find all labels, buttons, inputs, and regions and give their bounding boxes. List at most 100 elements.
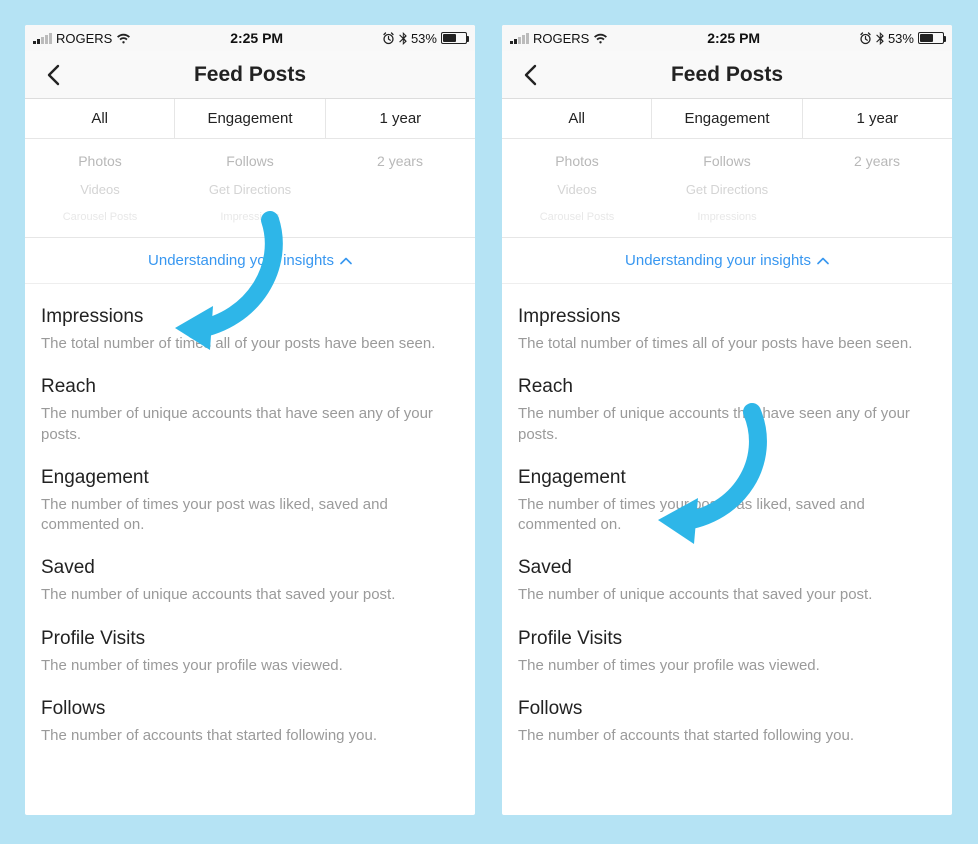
wifi-icon [116,33,131,44]
picker-option[interactable]: Carousel Posts [25,203,175,231]
definition-desc: The number of times your profile was vie… [518,656,936,676]
picker-option[interactable]: 2 years [802,147,952,175]
filter-type[interactable]: All [502,99,651,138]
definition-title: Saved [41,557,459,579]
picker-option[interactable] [802,175,952,203]
picker-option[interactable]: Videos [25,175,175,203]
picker-option[interactable] [325,175,475,203]
filter-period[interactable]: 1 year [325,99,475,138]
picker-option[interactable] [802,203,952,231]
filter-row: All Engagement 1 year [25,99,475,139]
filter-picker[interactable]: Photos Follows 2 years Videos Get Direct… [502,139,952,238]
back-button[interactable] [510,51,550,98]
nav-header: Feed Posts [502,51,952,99]
picker-option[interactable]: Impressions [652,203,802,231]
insights-toggle[interactable]: Understanding your insights [25,238,475,284]
definition-reach: Reach The number of unique accounts that… [518,376,936,445]
signal-icon [510,33,529,44]
signal-icon [33,33,52,44]
definition-saved: Saved The number of unique accounts that… [41,557,459,605]
definition-desc: The number of unique accounts that have … [41,404,459,445]
definition-title: Engagement [41,467,459,489]
definition-desc: The number of times your post was liked,… [41,495,459,536]
status-right: 53% [382,31,467,46]
definition-saved: Saved The number of unique accounts that… [518,557,936,605]
status-right: 53% [859,31,944,46]
definition-title: Profile Visits [41,628,459,650]
picker-option[interactable]: Follows [175,147,325,175]
picker-option[interactable] [325,203,475,231]
definition-profile-visits: Profile Visits The number of times your … [518,628,936,676]
picker-option[interactable]: Photos [502,147,652,175]
back-button[interactable] [33,51,73,98]
definition-profile-visits: Profile Visits The number of times your … [41,628,459,676]
picker-option[interactable]: Photos [25,147,175,175]
definition-impressions: Impressions The total number of times al… [518,306,936,354]
definition-desc: The number of times your profile was vie… [41,656,459,676]
canvas: ROGERS 2:25 PM 53% Feed Posts [0,0,978,844]
bluetooth-icon [399,32,407,45]
definition-engagement: Engagement The number of times your post… [518,467,936,536]
picker-option[interactable]: Get Directions [175,175,325,203]
wifi-icon [593,33,608,44]
picker-option[interactable]: Impressions [175,203,325,231]
status-left: ROGERS [510,31,608,46]
battery-pct: 53% [888,31,914,46]
filter-period[interactable]: 1 year [802,99,952,138]
definition-desc: The number of accounts that started foll… [41,726,459,746]
status-time: 2:25 PM [707,30,760,46]
filter-picker[interactable]: Photos Follows 2 years Videos Get Direct… [25,139,475,238]
filter-row: All Engagement 1 year [502,99,952,139]
picker-option[interactable]: Carousel Posts [502,203,652,231]
definition-desc: The total number of times all of your po… [518,334,936,354]
definition-title: Reach [41,376,459,398]
battery-pct: 53% [411,31,437,46]
definition-desc: The total number of times all of your po… [41,334,459,354]
definition-desc: The number of unique accounts that have … [518,404,936,445]
alarm-icon [859,32,872,45]
filter-metric[interactable]: Engagement [174,99,324,138]
definition-desc: The number of unique accounts that saved… [518,585,936,605]
battery-icon [918,32,944,44]
definition-impressions: Impressions The total number of times al… [41,306,459,354]
definition-title: Follows [41,698,459,720]
definition-follows: Follows The number of accounts that star… [41,698,459,746]
definition-desc: The number of times your post was liked,… [518,495,936,536]
definition-title: Profile Visits [518,628,936,650]
definition-title: Follows [518,698,936,720]
status-time: 2:25 PM [230,30,283,46]
carrier-label: ROGERS [56,31,112,46]
chevron-up-icon [340,257,352,265]
picker-option[interactable]: Videos [502,175,652,203]
picker-option[interactable]: Get Directions [652,175,802,203]
definition-desc: The number of unique accounts that saved… [41,585,459,605]
definition-desc: The number of accounts that started foll… [518,726,936,746]
filter-type[interactable]: All [25,99,174,138]
phone-screenshot-right: ROGERS 2:25 PM 53% Feed Posts [502,25,952,815]
phone-screenshot-left: ROGERS 2:25 PM 53% Feed Posts [25,25,475,815]
definitions-list: Impressions The total number of times al… [25,284,475,746]
status-bar: ROGERS 2:25 PM 53% [502,25,952,51]
definition-title: Saved [518,557,936,579]
definition-reach: Reach The number of unique accounts that… [41,376,459,445]
definition-title: Engagement [518,467,936,489]
insights-toggle[interactable]: Understanding your insights [502,238,952,284]
bluetooth-icon [876,32,884,45]
chevron-left-icon [46,64,61,86]
alarm-icon [382,32,395,45]
definition-engagement: Engagement The number of times your post… [41,467,459,536]
picker-option[interactable]: Follows [652,147,802,175]
definition-title: Impressions [41,306,459,328]
picker-option[interactable]: 2 years [325,147,475,175]
nav-header: Feed Posts [25,51,475,99]
definitions-list: Impressions The total number of times al… [502,284,952,746]
chevron-left-icon [523,64,538,86]
definition-follows: Follows The number of accounts that star… [518,698,936,746]
status-left: ROGERS [33,31,131,46]
insights-toggle-label: Understanding your insights [148,252,334,269]
filter-metric[interactable]: Engagement [651,99,801,138]
chevron-up-icon [817,257,829,265]
definition-title: Impressions [518,306,936,328]
page-title: Feed Posts [194,63,306,87]
page-title: Feed Posts [671,63,783,87]
